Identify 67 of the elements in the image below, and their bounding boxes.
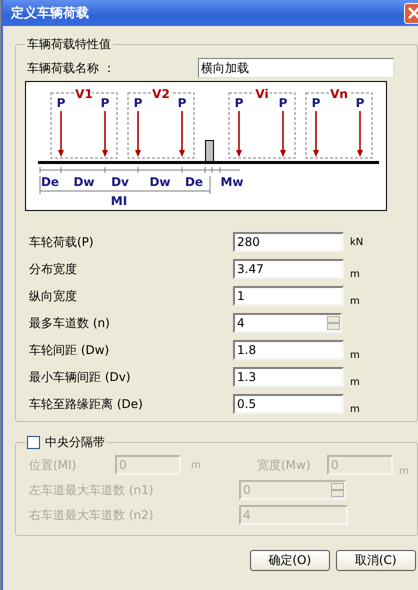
- field-label: 左车道最大车道数 (n1): [28, 482, 154, 498]
- dimension-label: Dv: [111, 175, 129, 189]
- unit-label: m: [349, 296, 360, 307]
- load-arrow: [102, 111, 108, 157]
- load-arrow: [58, 111, 64, 157]
- name-field[interactable]: 横向加载: [198, 58, 394, 78]
- load-arrow: [357, 111, 363, 157]
- wheel-load-label: P: [178, 96, 186, 110]
- checkbox[interactable]: [27, 436, 40, 449]
- field-label: 宽度(Mw): [257, 456, 312, 474]
- wheel-load-label: P: [312, 96, 320, 110]
- unit-label: m: [349, 350, 360, 361]
- spin-up-icon[interactable]: [331, 483, 344, 490]
- load-arrow: [313, 111, 319, 157]
- unit-label: m: [349, 404, 360, 415]
- field-label: 车辆荷载名称 ：: [26, 60, 116, 76]
- unit-label: kN: [349, 236, 364, 248]
- spinner-field[interactable]: 4: [233, 313, 342, 333]
- dialog-button[interactable]: 确定(O): [250, 550, 330, 571]
- load-arrow: [236, 111, 242, 157]
- field-label: 最小车辆间距 (Dv): [28, 368, 132, 386]
- input-field[interactable]: 3.47: [233, 259, 344, 279]
- vehicle-label: Vi: [255, 87, 269, 101]
- wheel-load-label: P: [234, 96, 244, 110]
- dimension-label: Mw: [220, 175, 244, 189]
- wheel-load-label: P: [278, 96, 288, 110]
- wheel-load-label: P: [56, 96, 66, 110]
- spin-down-icon[interactable]: [331, 490, 344, 497]
- field-label: 车轮荷载(P): [28, 234, 95, 250]
- spin-down-icon[interactable]: [327, 323, 340, 330]
- dialog-button[interactable]: 取消(C): [336, 550, 416, 571]
- input-field[interactable]: 1.8: [233, 340, 344, 360]
- vehicle-label: V1: [75, 87, 93, 101]
- close-icon: [407, 6, 418, 20]
- field-label: 最多车道数 (n): [28, 314, 111, 332]
- field-label: 位置(MI): [28, 456, 78, 474]
- input-field[interactable]: 0.5: [233, 394, 344, 414]
- field-label: 分布宽度: [28, 260, 78, 278]
- input-field[interactable]: 1.3: [233, 367, 344, 387]
- load-arrow: [135, 111, 141, 157]
- dimension-label: Dw: [149, 175, 171, 189]
- unit-label: m: [190, 460, 202, 470]
- checkbox-label: 中央分隔带: [45, 434, 105, 451]
- dimension-label: De: [184, 175, 204, 189]
- window-title: 定义车辆荷载: [11, 4, 89, 22]
- unit-label: m: [398, 466, 409, 477]
- load-arrow: [179, 111, 185, 157]
- field-label: 右车道最大车道数 (n2): [28, 506, 154, 524]
- dimension-label: De: [40, 175, 60, 189]
- spin-up-icon[interactable]: [327, 316, 340, 323]
- dimension-label: Dw: [73, 175, 95, 189]
- field-label: 纵向宽度: [28, 288, 78, 304]
- field-label: 车轮至路缘距离 (De): [28, 396, 144, 412]
- field-label: 车轮间距 (Dw): [28, 342, 110, 358]
- vehicle-label: V2: [152, 87, 170, 101]
- wheel-load-label: P: [356, 96, 364, 110]
- vehicle-label: Vn: [330, 87, 348, 101]
- wheel-load-label: P: [100, 96, 110, 110]
- dimension-label: MI: [110, 194, 128, 208]
- input-field[interactable]: 280: [233, 232, 344, 252]
- input-field[interactable]: 1: [233, 286, 344, 306]
- wheel-load-label: P: [134, 96, 142, 110]
- group-title: 车辆荷载特性值: [26, 36, 112, 53]
- median-barrier: [205, 140, 214, 162]
- unit-label: m: [349, 377, 360, 388]
- unit-label: m: [349, 269, 360, 280]
- load-arrow: [280, 111, 286, 157]
